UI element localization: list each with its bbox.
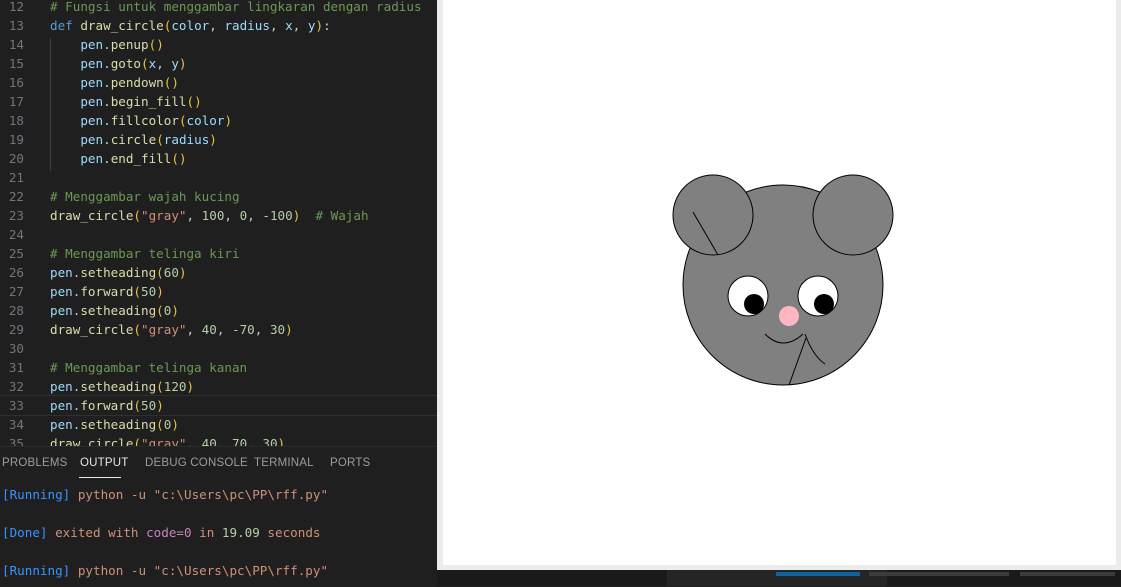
code-text: # Menggambar telinga kanan <box>50 360 248 375</box>
left-pupil <box>744 294 764 314</box>
code-text: # Menggambar telinga kiri <box>50 246 240 261</box>
output-line: [Running] python -u "c:\Users\pc\PP\rff.… <box>2 487 329 502</box>
code-editor[interactable]: 12 # Fungsi untuk menggambar lingkaran de… <box>0 0 437 446</box>
code-line[interactable]: 25 # Menggambar telinga kiri <box>0 244 437 263</box>
code-text: pen.setheading(0) <box>50 417 179 432</box>
line-number: 14 <box>8 37 24 52</box>
code-text: pen.setheading(120) <box>50 379 195 394</box>
tab-problems[interactable]: PROBLEMS <box>2 457 68 469</box>
line-number: 17 <box>8 94 24 109</box>
code-text: pen.setheading(60) <box>50 265 187 280</box>
right-pupil <box>814 294 834 314</box>
code-line[interactable]: 33 pen.forward(50) <box>0 395 437 416</box>
code-text: # Fungsi untuk menggambar lingkaran deng… <box>50 0 430 14</box>
output-line: [Done] exited with code=0 in 19.09 secon… <box>2 525 321 540</box>
nose <box>779 306 799 326</box>
code-line[interactable]: 34 pen.setheading(0) <box>0 415 437 434</box>
line-number: 15 <box>8 56 24 71</box>
tab-debug-console[interactable]: DEBUG CONSOLE <box>145 457 248 469</box>
code-line[interactable]: 22 # Menggambar wajah kucing <box>0 187 437 206</box>
tab-output[interactable]: OUTPUT <box>80 457 128 469</box>
status-segment <box>869 572 1009 576</box>
line-number: 16 <box>8 75 24 90</box>
status-bar <box>437 570 1121 586</box>
tab-terminal[interactable]: TERMINAL <box>254 457 314 469</box>
line-number: 21 <box>8 170 24 185</box>
code-line[interactable]: 35 draw_circle("gray", 40, 70, 30) <box>0 434 437 446</box>
code-line[interactable]: 17 pen.begin_fill() <box>0 92 437 111</box>
line-number: 28 <box>8 303 24 318</box>
line-number: 25 <box>8 246 24 261</box>
code-text: pen.forward(50) <box>50 284 164 299</box>
code-text: pen.pendown() <box>80 75 179 90</box>
code-text: draw_circle("gray", 40, -70, 30) <box>50 322 293 337</box>
status-segment <box>1020 572 1115 576</box>
code-line[interactable]: 19 pen.circle(radius) <box>0 130 437 149</box>
code-line[interactable]: 14 pen.penup() <box>0 35 437 54</box>
line-number: 18 <box>8 113 24 128</box>
code-text: draw_circle("gray", 40, 70, 30) <box>50 436 286 446</box>
line-number: 23 <box>8 208 24 223</box>
code-line[interactable]: 16 pen.pendown() <box>0 73 437 92</box>
code-line[interactable]: 26 pen.setheading(60) <box>0 263 437 282</box>
line-number: 26 <box>8 265 24 280</box>
bottom-panel: PROBLEMS OUTPUT DEBUG CONSOLE TERMINAL P… <box>0 446 437 587</box>
code-text: pen.end_fill() <box>80 151 187 166</box>
code-line[interactable]: 28 pen.setheading(0) <box>0 301 437 320</box>
code-text: pen.fillcolor(color) <box>80 113 233 128</box>
status-progress-indicator <box>776 572 860 576</box>
code-text: pen.forward(50) <box>50 398 164 413</box>
line-number: 20 <box>8 151 24 166</box>
code-line[interactable]: 18 pen.fillcolor(color) <box>0 111 437 130</box>
line-number: 29 <box>8 322 24 337</box>
code-text: pen.goto(x, y) <box>80 56 187 71</box>
code-line[interactable]: 31 # Menggambar telinga kanan <box>0 358 437 377</box>
line-number: 34 <box>8 417 24 432</box>
code-line[interactable]: 32 pen.setheading(120) <box>0 377 437 396</box>
code-line[interactable]: 23 draw_circle("gray", 100, 0, -100) # Wa… <box>0 206 437 225</box>
left-ear-circle <box>672 174 754 256</box>
code-line[interactable]: 13 def draw_circle(color, radius, x, y): <box>0 16 437 35</box>
code-line[interactable]: 30 <box>0 339 437 358</box>
mouse-drawing <box>672 174 894 386</box>
code-line[interactable]: 15 pen.goto(x, y) <box>0 54 437 73</box>
code-line[interactable]: 21 <box>0 168 437 187</box>
line-number: 24 <box>8 227 24 242</box>
line-number: 33 <box>8 398 24 413</box>
code-text: pen.penup() <box>80 37 164 52</box>
turtle-graphics-window[interactable] <box>437 0 1121 570</box>
code-line[interactable]: 29 draw_circle("gray", 40, -70, 30) <box>0 320 437 339</box>
code-line[interactable]: 12 # Fungsi untuk menggambar lingkaran de… <box>0 0 437 16</box>
code-line[interactable]: 27 pen.forward(50) <box>0 282 437 301</box>
right-ear-circle <box>812 174 894 256</box>
code-text: pen.setheading(0) <box>50 303 179 318</box>
code-text: pen.begin_fill() <box>80 94 202 109</box>
active-tab-indicator <box>79 477 121 478</box>
tab-ports[interactable]: PORTS <box>330 457 370 469</box>
code-text: draw_circle("gray", 100, 0, -100) # Waja… <box>50 208 369 223</box>
line-number: 13 <box>8 18 24 33</box>
line-number: 27 <box>8 284 24 299</box>
line-number: 12 <box>8 0 24 14</box>
code-line[interactable]: 20 pen.end_fill() <box>0 149 437 168</box>
code-text: # Menggambar wajah kucing <box>50 189 240 204</box>
turtle-canvas <box>443 0 1116 565</box>
code-line[interactable]: 24 <box>0 225 437 244</box>
line-number: 35 <box>8 436 24 446</box>
line-number: 32 <box>8 379 24 394</box>
code-text: def draw_circle(color, radius, x, y): <box>50 18 331 33</box>
line-number: 30 <box>8 341 24 356</box>
line-number: 19 <box>8 132 24 147</box>
line-number: 22 <box>8 189 24 204</box>
output-line: [Running] python -u "c:\Users\pc\PP\rff.… <box>2 563 329 578</box>
line-number: 31 <box>8 360 24 375</box>
code-text: pen.circle(radius) <box>80 132 217 147</box>
